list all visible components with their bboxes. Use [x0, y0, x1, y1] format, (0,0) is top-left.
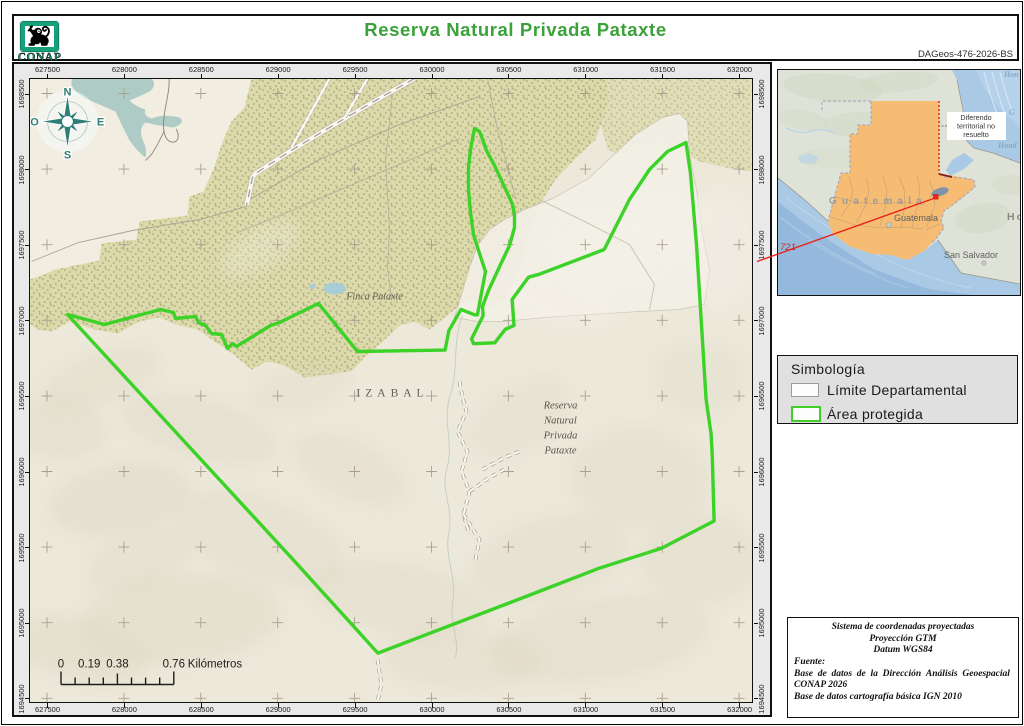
svg-text:Reserva: Reserva	[543, 401, 578, 412]
svg-text:Finca Pataxte: Finca Pataxte	[345, 292, 403, 303]
svg-text:S: S	[64, 150, 71, 162]
svg-text:E: E	[97, 117, 104, 129]
svg-text:Guatemala: Guatemala	[829, 196, 927, 207]
svg-text:0: 0	[58, 659, 64, 671]
svg-text:Guatemala: Guatemala	[894, 213, 938, 223]
svg-text:0.38: 0.38	[106, 659, 128, 671]
svg-text:Privada: Privada	[543, 431, 578, 442]
svg-text:Hon: Hon	[1003, 70, 1019, 79]
svg-text:Pataxte: Pataxte	[543, 446, 576, 457]
svg-text:N: N	[64, 87, 72, 99]
svg-text:G: G	[1009, 108, 1015, 117]
svg-text:Ho: Ho	[1007, 211, 1021, 223]
svg-text:Kilómetros: Kilómetros	[188, 659, 243, 671]
svg-text:0.19: 0.19	[78, 659, 100, 671]
svg-text:Hond: Hond	[997, 141, 1018, 150]
svg-text:San Salvador: San Salvador	[944, 250, 998, 260]
svg-text:IZABAL: IZABAL	[356, 388, 428, 400]
svg-text:0.76: 0.76	[163, 659, 185, 671]
svg-text:Natural: Natural	[543, 416, 577, 427]
svg-text:O: O	[30, 117, 39, 129]
svg-text:resuelto: resuelto	[963, 130, 989, 139]
